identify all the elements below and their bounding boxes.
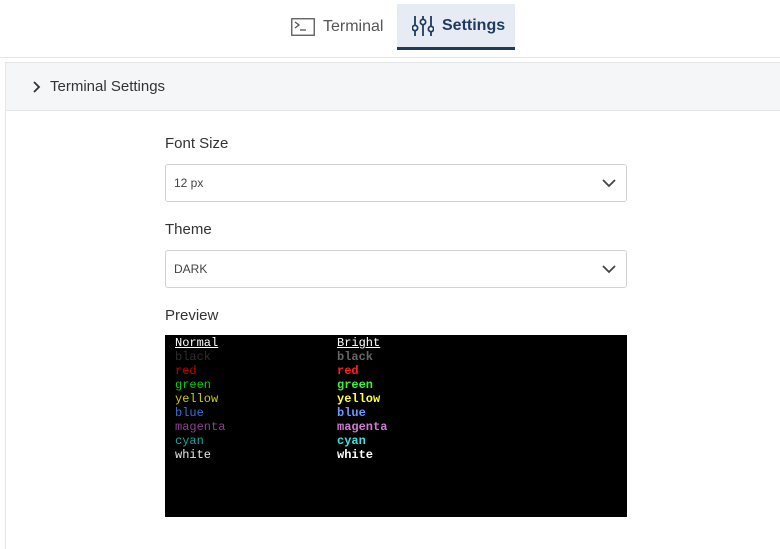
color-row: white (175, 448, 212, 462)
theme-value: DARK (174, 262, 208, 276)
tab-settings[interactable]: Settings (397, 4, 515, 50)
theme-select[interactable]: DARK (165, 250, 627, 288)
font-size-label: Font Size (165, 135, 229, 152)
terminal-preview: Normal black red green yellow blue magen… (165, 335, 627, 517)
color-row: red (337, 364, 359, 378)
tab-terminal-label: Terminal (323, 18, 384, 35)
tab-settings-label: Settings (442, 16, 506, 34)
color-row: yellow (175, 392, 219, 406)
color-row: green (175, 378, 212, 392)
settings-panel: Terminal Settings Font Size 12 px Theme … (5, 62, 780, 549)
font-size-value: 12 px (174, 176, 204, 190)
bright-colors-column: Bright black red green yellow blue magen… (337, 336, 387, 462)
chevron-right-icon (32, 80, 42, 93)
color-row: blue (337, 406, 366, 420)
chevron-down-icon (602, 177, 616, 191)
color-row: black (337, 350, 374, 364)
tab-terminal[interactable]: Terminal (287, 4, 391, 50)
terminal-icon (291, 18, 315, 36)
color-row: cyan (337, 434, 366, 448)
tab-bar: Terminal Settings (0, 0, 780, 58)
normal-header: Normal (175, 336, 219, 350)
chevron-down-icon (602, 263, 616, 277)
color-row: white (337, 448, 374, 462)
panel-title: Terminal Settings (50, 78, 166, 95)
color-row: green (337, 378, 374, 392)
color-row: cyan (175, 434, 204, 448)
color-row: red (175, 364, 197, 378)
color-row: black (175, 350, 212, 364)
color-row: magenta (337, 420, 388, 434)
color-row: blue (175, 406, 204, 420)
sliders-icon (412, 15, 434, 37)
theme-label: Theme (165, 221, 212, 238)
color-row: magenta (175, 420, 226, 434)
color-row: yellow (337, 392, 381, 406)
bright-header: Bright (337, 336, 381, 350)
preview-label: Preview (165, 307, 219, 324)
font-size-select[interactable]: 12 px (165, 164, 627, 202)
normal-colors-column: Normal black red green yellow blue magen… (175, 336, 225, 462)
terminal-settings-header[interactable]: Terminal Settings (6, 63, 780, 111)
